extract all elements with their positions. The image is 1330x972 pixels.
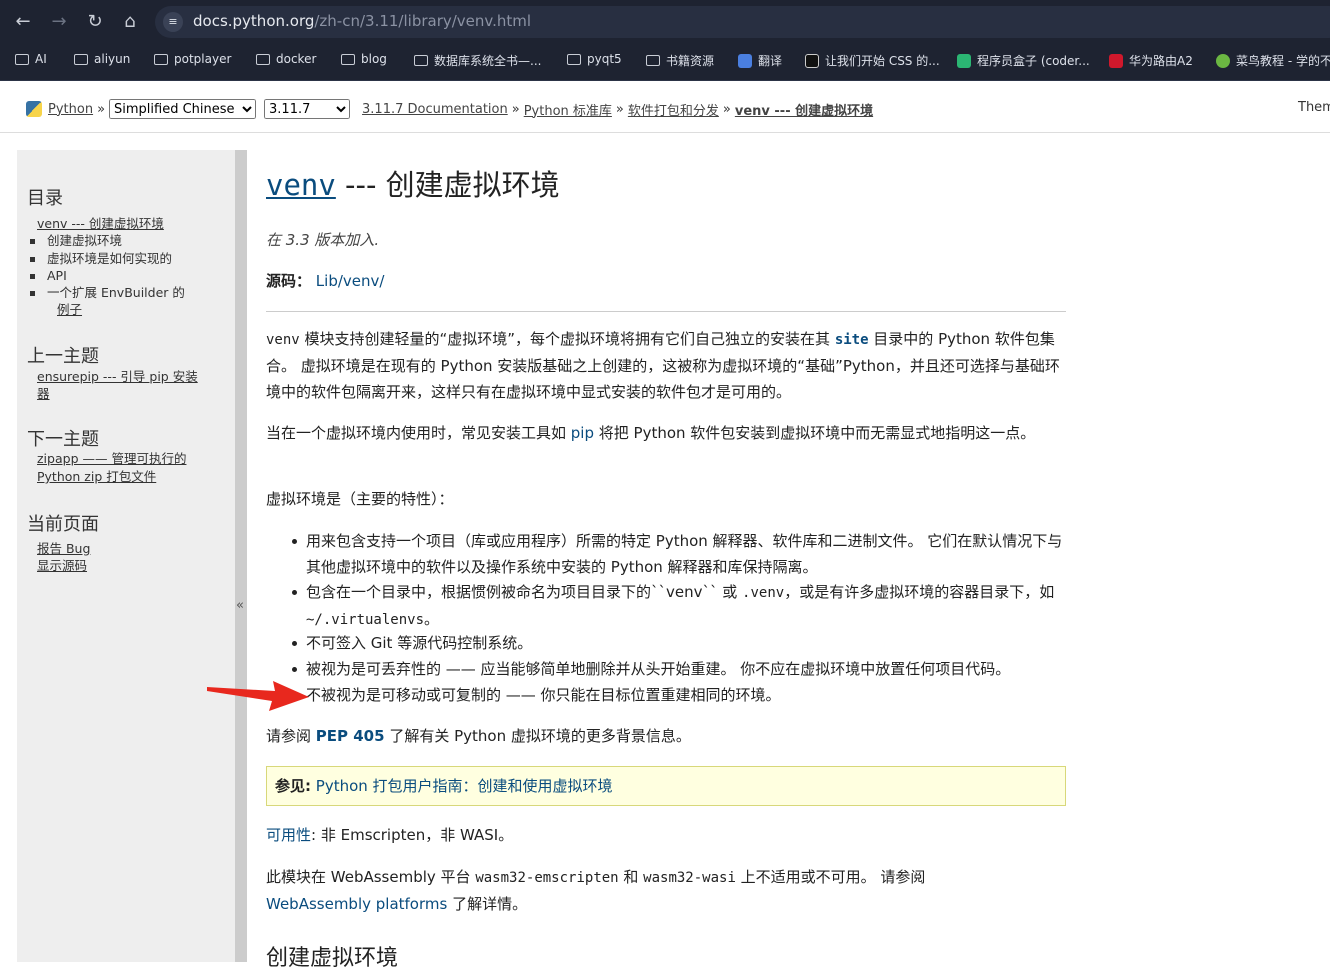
bookmark-folder-blog[interactable]: blog — [341, 52, 387, 66]
folder-icon — [414, 55, 428, 66]
bookmark-huawei[interactable]: 华为路由A2 — [1109, 52, 1193, 69]
section-heading: 创建虚拟环境 — [266, 946, 399, 971]
site-info-icon[interactable]: ≡ — [163, 12, 183, 32]
features-intro: 虚拟环境是（主要的特性）： — [266, 490, 454, 508]
folder-icon — [15, 53, 29, 65]
folder-icon — [256, 53, 270, 65]
language-select[interactable]: Simplified Chinese — [109, 99, 257, 119]
availability-link[interactable]: 可用性 — [266, 826, 311, 844]
report-bug-link[interactable]: 报告 Bug — [37, 540, 90, 557]
crumb-documentation[interactable]: 3.11.7 Documentation — [362, 102, 508, 117]
folder-icon — [646, 55, 660, 66]
python-home-link[interactable]: Python — [48, 102, 93, 117]
see-also-box: 参见: Python 打包用户指南：创建和使用虚拟环境 — [266, 766, 1066, 806]
bookmark-folder-potplayer[interactable]: potplayer — [154, 52, 231, 66]
folder-icon — [74, 53, 88, 65]
red-arrow-annotation — [207, 681, 309, 711]
sidebar: 目录 venv --- 创建虚拟环境 创建虚拟环境 虚拟环境是如何实现的 API… — [17, 150, 235, 962]
browser-toolbar: ← → ↻ ⌂ ≡ docs.python.org/zh-cn/3.11/lib… — [0, 0, 1330, 44]
next-topic-link-2[interactable]: Python zip 打包文件 — [37, 468, 156, 485]
pep-paragraph: 请参阅 PEP 405 了解有关 Python 虚拟环境的更多背景信息。 — [266, 727, 691, 745]
crumb-stdlib[interactable]: Python 标准库 — [524, 100, 612, 119]
folder-icon — [341, 53, 355, 65]
toc-item-create[interactable]: 创建虚拟环境 — [47, 233, 122, 248]
wasm-platforms-link[interactable]: WebAssembly platforms — [266, 895, 447, 913]
list-item: 不被视为是可移动或可复制的 —— 你只能在目标位置重建相同的环境。 — [292, 682, 1066, 708]
crumb-distribution[interactable]: 软件打包和分发 — [628, 100, 719, 119]
doc-header: Python » Simplified Chinese 3.11.7 3.11.… — [0, 80, 1330, 133]
bookmarks-bar: AI aliyun potplayer docker blog 数据库系统全书—… — [0, 44, 1330, 81]
page-title: venv --- 创建虚拟环境 — [266, 168, 560, 202]
sidebar-collapse-bar[interactable] — [235, 150, 247, 962]
title-module[interactable]: venv — [266, 168, 336, 202]
collapse-sidebar-icon[interactable]: « — [236, 598, 244, 613]
bookmark-folder-books[interactable]: 书籍资源 — [646, 52, 714, 69]
home-icon[interactable]: ⌂ — [118, 10, 142, 34]
this-page-heading: 当前页面 — [27, 514, 99, 535]
list-item: 被视为是可丢弃性的 —— 应当能够简单地删除并从头开始重建。 你不应在虚拟环境中… — [292, 656, 1066, 682]
folder-icon — [154, 53, 168, 65]
packaging-guide-link[interactable]: Python 打包用户指南：创建和使用虚拟环境 — [316, 777, 613, 795]
toc-item-example-2[interactable]: 例子 — [57, 301, 82, 318]
bookmark-coder-box[interactable]: 程序员盒子 (coder... — [957, 52, 1090, 69]
next-topic-heading: 下一主题 — [27, 429, 99, 450]
forward-icon[interactable]: → — [47, 10, 71, 34]
prev-topic-heading: 上一主题 — [27, 346, 99, 367]
crumb-current[interactable]: venv --- 创建虚拟环境 — [735, 100, 873, 119]
prev-topic-link-2[interactable]: 器 — [37, 385, 50, 402]
breadcrumb: Python » Simplified Chinese 3.11.7 3.11.… — [26, 99, 873, 119]
source-line: 源码： Lib/venv/ — [266, 272, 385, 290]
bookmark-folder-docker[interactable]: docker — [256, 52, 316, 66]
m-logo-icon — [805, 53, 819, 68]
wasm-paragraph: 此模块在 WebAssembly 平台 wasm32-emscripten 和 … — [266, 868, 926, 913]
divider — [266, 311, 1066, 312]
address-bar[interactable]: ≡ docs.python.org/zh-cn/3.11/library/ven… — [155, 6, 1330, 38]
list-item: 用来包含支持一个项目（库或应用程序）所需的特定 Python 解释器、软件库和二… — [292, 528, 1066, 580]
list-item: 包含在一个目录中，根据惯例被命名为项目目录下的``venv`` 或 .venv，… — [292, 579, 1066, 633]
bookmark-translate[interactable]: 翻译 — [738, 52, 782, 69]
folder-icon — [567, 53, 581, 65]
pip-paragraph: 当在一个虚拟环境内使用时，常见安装工具如 pip 将把 Python 软件包安装… — [266, 424, 1036, 442]
bookmark-folder-pyqt5[interactable]: pyqt5 — [567, 52, 622, 66]
version-select[interactable]: 3.11.7 — [264, 99, 351, 119]
pip-link[interactable]: pip — [571, 424, 594, 442]
version-added: 在 3.3 版本加入. — [266, 231, 380, 249]
coder-box-icon — [957, 53, 971, 68]
prev-topic-link[interactable]: ensurepip --- 引导 pip 安装 — [37, 368, 198, 385]
bookmark-folder-database[interactable]: 数据库系统全书—... — [414, 52, 541, 69]
url-path: /zh-cn/3.11/library/venv.html — [314, 12, 532, 30]
toc-venv[interactable]: venv --- 创建虚拟环境 — [37, 215, 164, 232]
runoob-icon — [1216, 53, 1230, 68]
source-link[interactable]: Lib/venv/ — [316, 272, 385, 290]
site-link[interactable]: site — [835, 332, 869, 348]
translate-icon — [738, 53, 752, 68]
huawei-icon — [1109, 53, 1123, 68]
bookmark-folder-aliyun[interactable]: aliyun — [74, 52, 130, 66]
toc-item-how[interactable]: 虚拟环境是如何实现的 — [47, 251, 172, 266]
toc-heading: 目录 — [27, 188, 63, 209]
back-icon[interactable]: ← — [11, 10, 35, 34]
toc-item-example[interactable]: 一个扩展 EnvBuilder 的 — [47, 285, 185, 300]
list-item: 不可签入 Git 等源代码控制系统。 — [292, 630, 1066, 656]
python-logo-icon — [26, 101, 42, 117]
url-host: docs.python.org — [193, 12, 315, 30]
show-source-link[interactable]: 显示源码 — [37, 557, 87, 574]
arrow-shape — [207, 681, 309, 711]
availability-line: 可用性: 非 Emscripten，非 WASI。 — [266, 826, 514, 844]
bookmark-folder-ai[interactable]: AI — [15, 52, 47, 66]
bookmark-css[interactable]: 让我们开始 CSS 的... — [805, 52, 940, 69]
bookmark-runoob[interactable]: 菜鸟教程 - 学的不 — [1216, 52, 1330, 69]
theme-label: Them — [1298, 100, 1330, 115]
next-topic-link[interactable]: zipapp —— 管理可执行的 — [37, 450, 186, 467]
intro-paragraph: venv 模块支持创建轻量的“虚拟环境”，每个虚拟环境将拥有它们自己独立的安装在… — [266, 330, 1060, 401]
toc-item-api[interactable]: API — [47, 268, 67, 283]
pep-405-link[interactable]: PEP 405 — [316, 727, 385, 745]
reload-icon[interactable]: ↻ — [83, 10, 107, 34]
